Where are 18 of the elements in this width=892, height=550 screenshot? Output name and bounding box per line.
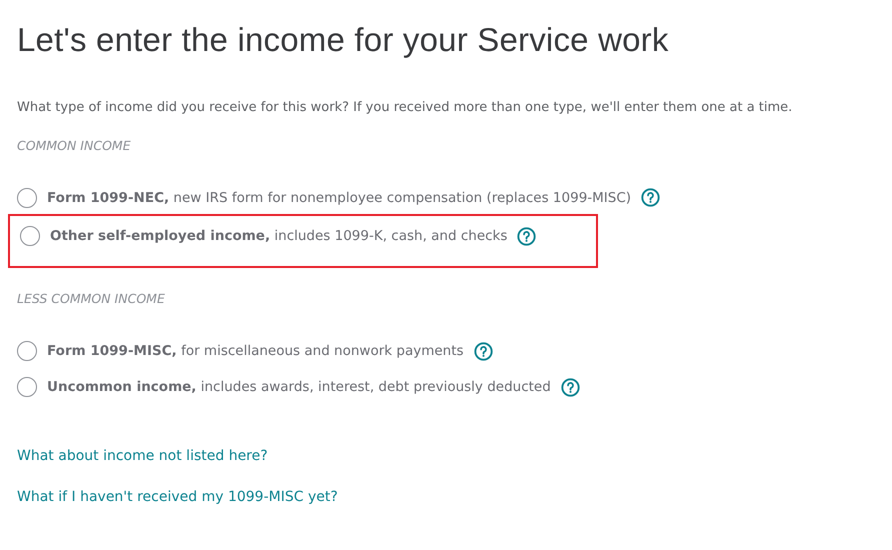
help-icon[interactable] <box>474 342 493 361</box>
radio-button[interactable] <box>20 226 40 246</box>
section-heading: LESS COMMON INCOME <box>17 290 166 308</box>
radio-button[interactable] <box>17 377 37 398</box>
option-label[interactable]: Other self-employed income, includes 1099-K, cash, and checks <box>50 226 508 246</box>
help-icon[interactable] <box>560 378 580 397</box>
help-icon[interactable] <box>641 188 660 208</box>
help-icon[interactable] <box>517 226 536 246</box>
page-title: Let's enter the income for your Service work <box>17 20 670 60</box>
help-link[interactable]: What if I haven't received my 1099-MISC yet? <box>17 486 338 508</box>
question-text: What type of income did you receive for this work? If you received more than one type, we'll enter them one at a time. <box>17 98 794 117</box>
option-label[interactable]: Form 1099-MISC, for miscellaneous and nonwork payments <box>47 341 464 362</box>
help-link[interactable]: What about income not listed here? <box>17 446 268 467</box>
option-label[interactable]: Uncommon income, includes awards, interest, debt previously deducted <box>47 377 551 398</box>
section-heading: COMMON INCOME <box>17 137 132 156</box>
option-label[interactable]: Form 1099-NEC, new IRS form for nonemployee compensation (replaces 1099-MISC) <box>47 188 632 208</box>
radio-button[interactable] <box>17 188 37 208</box>
radio-button[interactable] <box>17 341 37 362</box>
